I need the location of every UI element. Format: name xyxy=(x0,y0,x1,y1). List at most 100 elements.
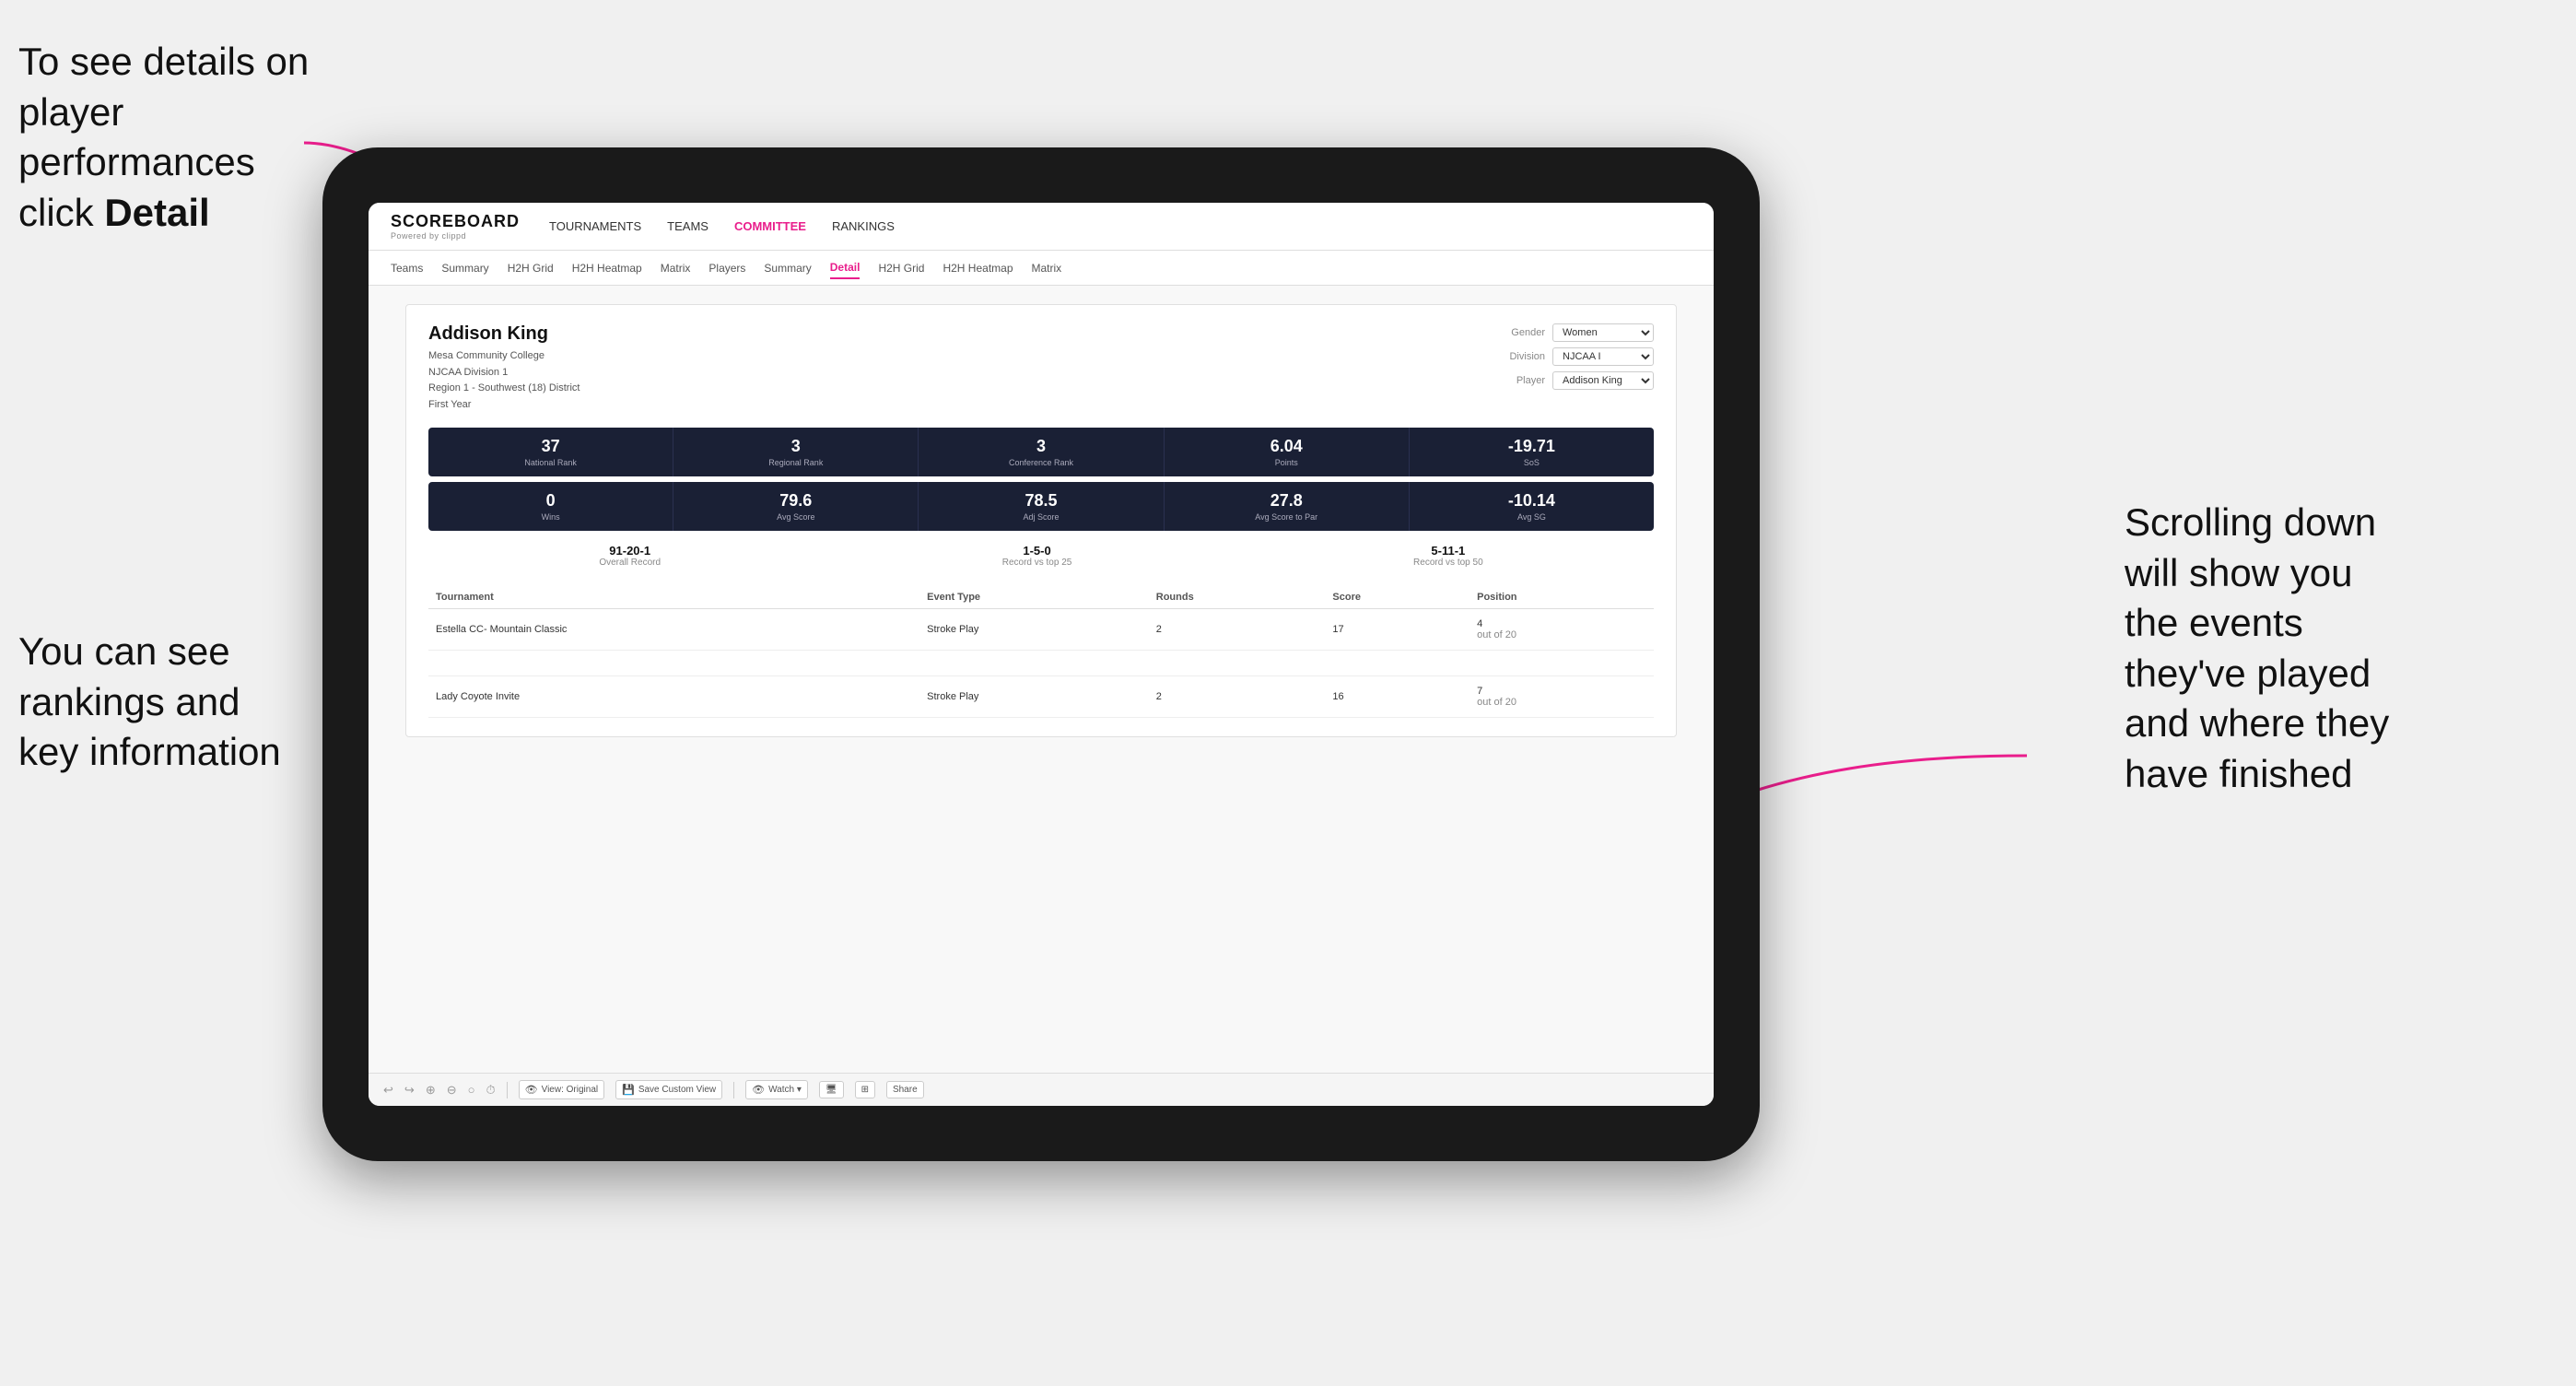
table-row xyxy=(428,651,1654,676)
screen-label: 🖥 xyxy=(825,1085,837,1095)
sub-h2hheatmap2[interactable]: H2H Heatmap xyxy=(943,258,1013,278)
toolbar-save-custom-view[interactable]: 💾 Save Custom View xyxy=(615,1080,722,1099)
table-body: Estella CC- Mountain Classic Stroke Play… xyxy=(428,609,1654,718)
record-top50-label: Record vs top 50 xyxy=(1413,558,1483,568)
save-icon: 💾 xyxy=(622,1084,635,1096)
nav-rankings[interactable]: RANKINGS xyxy=(832,216,895,237)
nav-teams[interactable]: TEAMS xyxy=(667,216,708,237)
th-position: Position xyxy=(1469,586,1654,609)
stat-points: 6.04 Points xyxy=(1165,428,1410,476)
player-header: Addison King Mesa Community College NJCA… xyxy=(428,323,1654,413)
stat-regional-rank: 3 Regional Rank xyxy=(673,428,919,476)
td-event-type-1: Stroke Play xyxy=(919,609,1149,651)
stat-national-rank: 37 National Rank xyxy=(428,428,673,476)
stat-label-avg-sg: Avg SG xyxy=(1417,512,1646,522)
toolbar-zoom-reset[interactable]: ○ xyxy=(468,1083,475,1097)
stat-wins: 0 Wins xyxy=(428,482,673,531)
toolbar-zoom-out[interactable]: ⊖ xyxy=(447,1083,457,1098)
sub-summary1[interactable]: Summary xyxy=(441,258,488,278)
stats-row-1: 37 National Rank 3 Regional Rank 3 Confe… xyxy=(428,428,1654,476)
th-rounds: Rounds xyxy=(1149,586,1326,609)
player-meta: Gender Women Men Division NJCAA I NJCAA … xyxy=(1497,323,1654,390)
player-college: Mesa Community College xyxy=(428,348,580,365)
annotation-bottom-left: You can see rankings and key information xyxy=(18,627,369,778)
stats-row-2: 0 Wins 79.6 Avg Score 78.5 Adj Score 27.… xyxy=(428,482,1654,531)
table-head: Tournament Event Type Rounds Score Posit… xyxy=(428,586,1654,609)
main-content: Addison King Mesa Community College NJCA… xyxy=(369,286,1714,1073)
td-event-type-3: Stroke Play xyxy=(919,676,1149,718)
sub-summary2[interactable]: Summary xyxy=(764,258,811,278)
grid-label: ⊞ xyxy=(861,1085,869,1095)
toolbar-grid[interactable]: ⊞ xyxy=(855,1081,875,1098)
toolbar-separator-2 xyxy=(733,1082,734,1098)
toolbar-zoom-in[interactable]: ⊕ xyxy=(426,1083,436,1098)
logo-subtitle: Powered by clippd xyxy=(391,231,520,241)
td-score-1: 17 xyxy=(1325,609,1469,651)
toolbar-share[interactable]: Share xyxy=(886,1081,924,1098)
scoreboard-logo: SCOREBOARD Powered by clippd xyxy=(391,212,520,241)
stat-avg-score: 79.6 Avg Score xyxy=(673,482,919,531)
record-top25-value: 1-5-0 xyxy=(1002,544,1072,558)
nav-committee[interactable]: COMMITTEE xyxy=(734,216,806,237)
td-empty xyxy=(428,651,1654,676)
stat-label-regional-rank: Regional Rank xyxy=(681,458,910,467)
record-row: 91-20-1 Overall Record 1-5-0 Record vs t… xyxy=(428,536,1654,575)
toolbar-screen[interactable]: 🖥 xyxy=(819,1081,844,1098)
gender-select[interactable]: Women Men xyxy=(1552,323,1654,342)
stat-label-sos: SoS xyxy=(1417,458,1646,467)
stat-avg-score-par: 27.8 Avg Score to Par xyxy=(1165,482,1410,531)
stat-value-national-rank: 37 xyxy=(436,437,665,456)
stat-adj-score: 78.5 Adj Score xyxy=(919,482,1164,531)
record-top50: 5-11-1 Record vs top 50 xyxy=(1413,544,1483,568)
stat-value-avg-sg: -10.14 xyxy=(1417,491,1646,511)
toolbar-watch[interactable]: 👁 Watch ▾ xyxy=(745,1080,808,1099)
toolbar-undo[interactable]: ↩ xyxy=(383,1083,393,1098)
nav-tournaments[interactable]: TOURNAMENTS xyxy=(549,216,641,237)
annotation-right: Scrolling down will show you the events … xyxy=(2125,498,2521,800)
player-division: NJCAA Division 1 xyxy=(428,365,580,382)
sub-h2hgrid1[interactable]: H2H Grid xyxy=(508,258,554,278)
th-tournament: Tournament xyxy=(428,586,919,609)
player-year: First Year xyxy=(428,397,580,414)
stat-value-avg-score-par: 27.8 xyxy=(1172,491,1401,511)
stat-value-conference-rank: 3 xyxy=(926,437,1155,456)
th-event-type: Event Type xyxy=(919,586,1149,609)
toolbar-view-original[interactable]: 👁 View: Original xyxy=(519,1080,604,1099)
stat-value-sos: -19.71 xyxy=(1417,437,1646,456)
watch-label: Watch ▾ xyxy=(768,1085,802,1095)
stat-label-conference-rank: Conference Rank xyxy=(926,458,1155,467)
logo-title: SCOREBOARD xyxy=(391,212,520,231)
division-select[interactable]: NJCAA I NJCAA II xyxy=(1552,347,1654,366)
stat-conference-rank: 3 Conference Rank xyxy=(919,428,1164,476)
sub-h2hheatmap1[interactable]: H2H Heatmap xyxy=(572,258,642,278)
stat-avg-sg: -10.14 Avg SG xyxy=(1410,482,1654,531)
sub-teams[interactable]: Teams xyxy=(391,258,423,278)
toolbar-redo[interactable]: ↪ xyxy=(404,1083,415,1098)
sub-matrix2[interactable]: Matrix xyxy=(1032,258,1062,278)
view-original-label: View: Original xyxy=(542,1085,599,1095)
player-select[interactable]: Addison King xyxy=(1552,371,1654,390)
annotation-top-left: To see details on player performances cl… xyxy=(18,37,350,238)
sub-matrix1[interactable]: Matrix xyxy=(661,258,691,278)
sub-detail[interactable]: Detail xyxy=(830,257,861,279)
tournament-table: Tournament Event Type Rounds Score Posit… xyxy=(428,586,1654,718)
record-overall-label: Overall Record xyxy=(599,558,661,568)
record-top25: 1-5-0 Record vs top 25 xyxy=(1002,544,1072,568)
share-label: Share xyxy=(893,1085,918,1095)
tablet-frame: SCOREBOARD Powered by clippd TOURNAMENTS… xyxy=(322,147,1760,1161)
player-label: Player xyxy=(1497,375,1545,386)
record-top50-value: 5-11-1 xyxy=(1413,544,1483,558)
record-overall: 91-20-1 Overall Record xyxy=(599,544,661,568)
sub-nav: Teams Summary H2H Grid H2H Heatmap Matri… xyxy=(369,251,1714,286)
table-row: Lady Coyote Invite Stroke Play 2 16 7out… xyxy=(428,676,1654,718)
bottom-toolbar: ↩ ↪ ⊕ ⊖ ○ ⏱ 👁 View: Original 💾 Save Cust… xyxy=(369,1073,1714,1106)
watch-icon: 👁 xyxy=(752,1084,765,1096)
td-score-3: 16 xyxy=(1325,676,1469,718)
th-score: Score xyxy=(1325,586,1469,609)
sub-h2hgrid2[interactable]: H2H Grid xyxy=(878,258,924,278)
td-tournament-3: Lady Coyote Invite xyxy=(428,676,919,718)
toolbar-timer[interactable]: ⏱ xyxy=(486,1083,495,1098)
top-nav: SCOREBOARD Powered by clippd TOURNAMENTS… xyxy=(369,203,1714,251)
sub-players[interactable]: Players xyxy=(708,258,745,278)
stat-label-wins: Wins xyxy=(436,512,665,522)
